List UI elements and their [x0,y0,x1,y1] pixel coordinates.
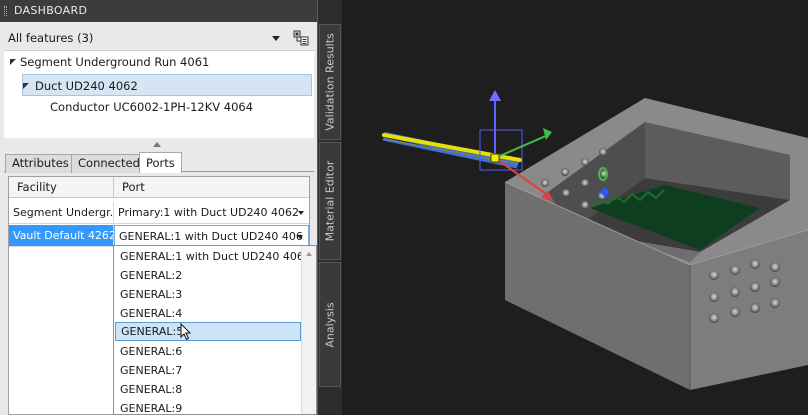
side-tab-label: Validation Results [323,33,337,131]
tab-attributes[interactable]: Attributes [5,154,76,173]
feature-filter-dropdown[interactable]: All features (3) [4,28,286,48]
tab-material-editor[interactable]: Material Editor [319,142,341,260]
port-option-general-9[interactable]: GENERAL:9 [115,399,301,414]
3d-scene [382,90,808,390]
vault-model[interactable] [504,98,808,390]
side-tab-label: Material Editor [323,160,337,242]
port-select-value: Primary:1 with Duct UD240 4062 [118,206,300,219]
dashboard-title: DASHBOARD [14,4,88,17]
port-option-general-8[interactable]: GENERAL:8 [115,380,301,399]
side-tab-strip: Validation Results Material Editor Analy… [318,0,342,415]
port-option-general-1[interactable]: GENERAL:1 with Duct UD240 4062 [115,247,311,266]
expand-triangle-icon[interactable] [10,59,16,65]
tree-item-label: Segment Underground Run 4061 [20,55,210,69]
port-select[interactable]: Primary:1 with Duct UD240 4062 [114,202,309,224]
port-option-general-4[interactable]: GENERAL:4 [115,304,301,323]
chevron-down-icon[interactable] [298,211,304,215]
port-dropdown-list: GENERAL:1 with Duct UD240 4062 GENERAL:2… [113,245,317,415]
column-header-port[interactable]: Port [114,177,309,198]
detail-tabs: Attributes Connected Ports [4,152,314,173]
mouse-pointer-icon [180,323,192,341]
list-scrollbar[interactable] [301,246,316,414]
tab-connected[interactable]: Connected [71,154,147,173]
chevron-down-icon[interactable] [297,235,303,239]
port-option-general-7[interactable]: GENERAL:7 [115,361,301,380]
tree-item-conductor[interactable]: Conductor UC6002-1PH-12KV 4064 [50,97,253,117]
facility-cell[interactable]: Segment Undergr... [9,202,114,224]
port-option-general-3[interactable]: GENERAL:3 [115,285,301,304]
port-select-value: GENERAL:1 with Duct UD240 406 [119,230,303,243]
dashboard-header: DASHBOARD [0,0,317,22]
tab-analysis[interactable]: Analysis [319,262,341,387]
side-tab-label: Analysis [323,301,337,348]
facility-cell-selected[interactable]: Vault Default 4262 [9,225,114,247]
column-header-facility[interactable]: Facility [9,177,114,198]
scroll-up-icon[interactable] [306,252,312,256]
expand-triangle-icon[interactable] [23,83,29,89]
collapse-arrow-icon[interactable] [153,142,161,147]
feature-tools-icon[interactable] [292,29,310,47]
port-option-general-5[interactable]: GENERAL:5 [115,322,301,341]
tab-validation-results[interactable]: Validation Results [319,24,341,140]
panel-grip-icon[interactable] [4,6,7,16]
3d-viewport[interactable] [342,0,808,415]
port-option-general-2[interactable]: GENERAL:2 [115,266,301,285]
tab-ports[interactable]: Ports [139,152,182,173]
chevron-down-icon[interactable] [272,36,280,41]
tree-item-label: Conductor UC6002-1PH-12KV 4064 [50,100,254,114]
port-select[interactable]: GENERAL:1 with Duct UD240 406 [114,225,309,247]
tree-item-duct[interactable]: Duct UD240 4062 [22,74,312,96]
feature-tree: Segment Underground Run 4061 Duct UD240 … [4,50,314,138]
tree-item-label: Duct UD240 4062 [35,79,138,93]
port-option-general-6[interactable]: GENERAL:6 [115,342,301,361]
